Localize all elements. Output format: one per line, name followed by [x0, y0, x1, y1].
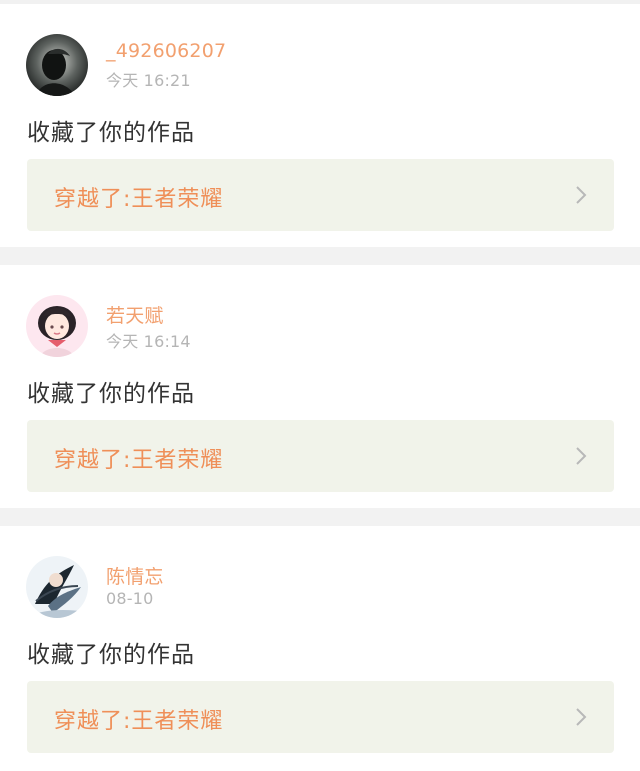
activity-text: 收藏了你的作品: [27, 120, 195, 146]
username[interactable]: 陈情忘: [106, 562, 164, 589]
timestamp: 今天 16:14: [106, 332, 191, 351]
section-separator: [0, 508, 640, 526]
work-title: 穿越了:王者荣耀: [54, 187, 224, 212]
timestamp: 今天 16:21: [106, 71, 191, 90]
collected-work-link[interactable]: 穿越了:王者荣耀: [27, 681, 614, 753]
notification-card: 陈情忘 08-10 收藏了你的作品 穿越了:王者荣耀: [0, 526, 640, 769]
work-title: 穿越了:王者荣耀: [54, 709, 224, 734]
work-title: 穿越了:王者荣耀: [54, 448, 224, 473]
user-avatar[interactable]: [26, 295, 88, 357]
timestamp: 08-10: [106, 589, 154, 608]
username[interactable]: _492606207: [106, 40, 226, 62]
notification-card: 若天赋 今天 16:14 收藏了你的作品 穿越了:王者荣耀: [0, 265, 640, 508]
chevron-right-icon: [576, 447, 587, 465]
chevron-right-icon: [576, 708, 587, 726]
activity-text: 收藏了你的作品: [27, 381, 195, 407]
collected-work-link[interactable]: 穿越了:王者荣耀: [27, 159, 614, 231]
activity-text: 收藏了你的作品: [27, 642, 195, 668]
collected-work-link[interactable]: 穿越了:王者荣耀: [27, 420, 614, 492]
notification-card: _492606207 今天 16:21 收藏了你的作品 穿越了:王者荣耀: [0, 4, 640, 247]
section-separator: [0, 247, 640, 265]
chevron-right-icon: [576, 186, 587, 204]
user-avatar[interactable]: [26, 556, 88, 618]
user-avatar[interactable]: [26, 34, 88, 96]
username[interactable]: 若天赋: [106, 301, 164, 328]
